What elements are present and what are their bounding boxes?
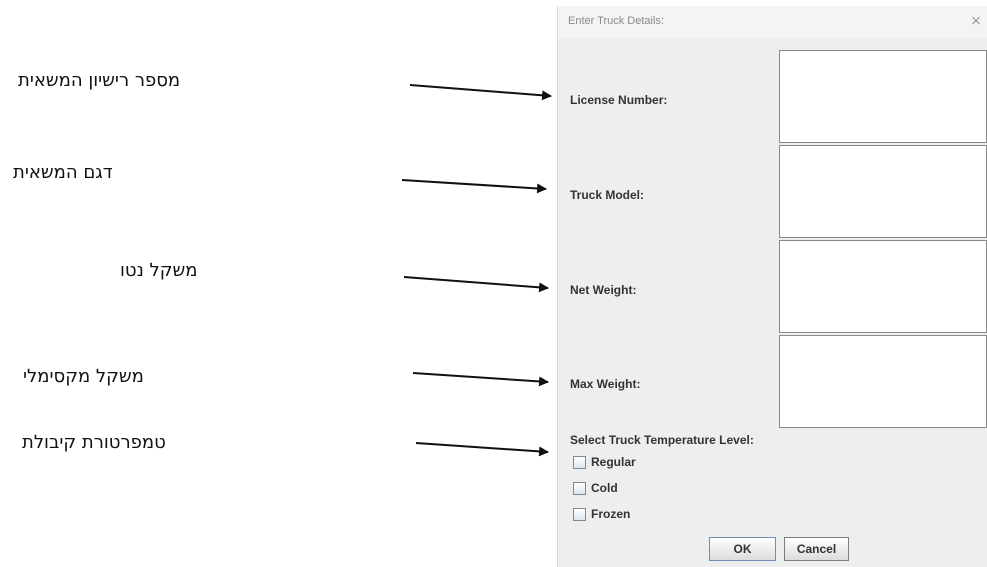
checkbox-regular-label: Regular	[591, 455, 636, 469]
license-number-input[interactable]	[779, 50, 987, 143]
truck-details-dialog: Enter Truck Details: × License Number: T…	[557, 6, 987, 567]
cancel-button[interactable]: Cancel	[784, 537, 849, 561]
max-weight-label: Max Weight:	[570, 377, 641, 391]
arrow-right-icon	[415, 442, 549, 457]
annotation-temperature: טמפרטורת קיבולת	[22, 432, 166, 453]
net-weight-input[interactable]	[779, 240, 987, 333]
license-number-label: License Number:	[570, 93, 668, 107]
checkbox-cold-label: Cold	[591, 481, 618, 495]
max-weight-input[interactable]	[779, 335, 987, 428]
checkbox-frozen-label: Frozen	[591, 507, 631, 521]
ok-button[interactable]: OK	[709, 537, 776, 561]
temperature-level-label: Select Truck Temperature Level:	[570, 433, 754, 447]
arrow-right-icon	[403, 276, 549, 293]
net-weight-label: Net Weight:	[570, 283, 637, 297]
truck-model-input[interactable]	[779, 145, 987, 238]
arrow-right-icon	[401, 179, 547, 194]
arrow-right-icon	[409, 84, 552, 101]
close-icon[interactable]: ×	[966, 11, 986, 31]
checkbox-unchecked-icon[interactable]	[573, 507, 586, 521]
annotation-truck-model: דגם המשאית	[13, 162, 113, 183]
arrow-right-icon	[412, 372, 549, 387]
checkbox-unchecked-icon[interactable]	[573, 481, 586, 495]
dialog-titlebar: Enter Truck Details: ×	[558, 6, 987, 38]
dialog-title: Enter Truck Details:	[568, 15, 664, 27]
annotation-max-weight: משקל מקסימלי	[23, 366, 144, 387]
checkbox-unchecked-icon[interactable]	[573, 455, 586, 469]
truck-model-label: Truck Model:	[570, 188, 645, 202]
checkbox-frozen[interactable]: Frozen	[573, 506, 630, 522]
checkbox-cold[interactable]: Cold	[573, 480, 618, 496]
annotation-license-number: מספר רישיון המשאית	[18, 70, 181, 91]
checkbox-regular[interactable]: Regular	[573, 454, 636, 470]
annotation-net-weight: משקל נטו	[120, 260, 198, 281]
